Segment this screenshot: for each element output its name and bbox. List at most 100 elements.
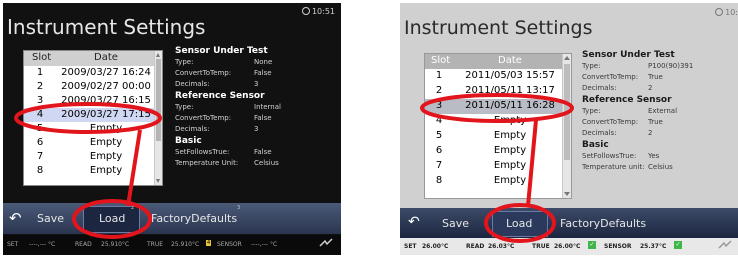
scroll-down-icon[interactable] [156, 179, 160, 183]
field-value: External [648, 107, 678, 115]
slot-list[interactable]: Slot Date 1 2011/05/03 15:57 2 2011/05/11 … [424, 53, 572, 199]
field-label: Decimals: [582, 84, 617, 92]
slot-number: 4 [36, 109, 44, 120]
column-date: Date [94, 52, 118, 63]
set-label: SET [404, 243, 417, 250]
list-item[interactable]: 1 2011/05/03 15:57 [425, 69, 571, 84]
list-item[interactable]: 5 Empty [24, 122, 162, 136]
field-value: Internal [254, 103, 281, 111]
slot-date: Empty [89, 165, 123, 176]
set-value: 26.00°C [422, 243, 449, 250]
field-row: Temperature unit: Celsius [582, 162, 732, 173]
list-item[interactable]: 7 Empty [24, 150, 162, 164]
list-item-selected[interactable]: 3 2011/05/11 16:28 [425, 99, 571, 114]
slot-number: 4 [435, 115, 443, 126]
field-row: Type: Internal [175, 102, 295, 113]
field-row: ConvertToTemp: False [175, 68, 295, 79]
status-bar: SET 26.00°C READ 26.03°C TRUE 26.00°C ✓ … [400, 238, 738, 255]
scroll-thumb[interactable] [156, 59, 161, 141]
field-label: SetFollowsTrue: [175, 148, 230, 156]
clock: 10: [715, 8, 738, 17]
list-item-selected[interactable]: 4 2009/03/27 17:15 [24, 108, 162, 122]
field-value: P100(90)391 [648, 62, 694, 70]
scroll-down-icon[interactable] [564, 192, 570, 196]
field-label: ConvertToTemp: [175, 69, 232, 77]
slot-list[interactable]: Slot Date 1 2009/03/27 16:24 2 2009/02/27 … [23, 50, 163, 186]
field-label: Type: [582, 107, 601, 115]
scrollbar[interactable] [562, 54, 571, 198]
back-icon[interactable]: ↶ [9, 209, 22, 227]
scrollbar[interactable] [154, 51, 162, 185]
field-value: False [254, 114, 272, 122]
load-button[interactable]: Load [99, 212, 125, 225]
slot-date: Empty [493, 115, 527, 126]
slot-date: 2011/05/03 15:57 [465, 70, 555, 81]
field-label: Type: [175, 103, 194, 111]
field-label: Type: [175, 58, 194, 66]
field-row: Temperature Unit: Celsius [175, 158, 295, 169]
clock-icon [301, 7, 310, 15]
slot-number: 8 [435, 175, 443, 186]
slot-number: 3 [36, 95, 44, 106]
list-item[interactable]: 6 Empty [425, 144, 571, 159]
section-heading: Basic [582, 140, 609, 150]
true-label: TRUE [147, 241, 164, 248]
slot-number: 6 [36, 137, 44, 148]
scroll-up-icon[interactable] [156, 53, 160, 57]
factory-defaults-button[interactable]: FactoryDefaults [560, 217, 646, 230]
save-button[interactable]: Save [37, 212, 64, 225]
field-row: Decimals: 3 [175, 124, 295, 135]
slot-number: 8 [36, 165, 44, 176]
field-value: None [254, 58, 273, 66]
slot-date: 2009/03/27 17:15 [61, 109, 151, 120]
list-item[interactable]: 1 2009/03/27 16:24 [24, 66, 162, 80]
list-item[interactable]: 4 Empty [425, 114, 571, 129]
factory-softkey-number: 3 [237, 205, 241, 211]
signal-icon [718, 240, 732, 252]
list-item[interactable]: 2 2011/05/11 13:17 [425, 84, 571, 99]
field-value: Yes [648, 152, 660, 160]
section-heading: Reference Sensor [175, 91, 265, 101]
list-item[interactable]: 8 Empty [425, 174, 571, 189]
section-heading: Basic [175, 136, 202, 146]
field-label: SetFollowsTrue: [582, 152, 637, 160]
sensor-value: ----,--- °C [251, 241, 278, 248]
load-button[interactable]: Load [506, 217, 532, 230]
field-row: ConvertToTemp: True [582, 72, 732, 83]
slot-number: 7 [36, 151, 44, 162]
list-item[interactable]: 6 Empty [24, 136, 162, 150]
list-item[interactable]: 2 2009/02/27 00:00 [24, 80, 162, 94]
field-value: True [648, 73, 663, 81]
list-item[interactable]: 7 Empty [425, 159, 571, 174]
column-slot: Slot [431, 55, 451, 66]
scroll-thumb[interactable] [564, 64, 570, 160]
factory-defaults-button[interactable]: FactoryDefaults [151, 212, 237, 225]
clock-icon [715, 8, 724, 16]
slot-number: 7 [435, 160, 443, 171]
slot-date: 2009/03/27 16:15 [61, 95, 151, 106]
field-row: SetFollowsTrue: False [175, 147, 295, 158]
slot-date: 2011/05/11 13:17 [465, 85, 555, 96]
slot-list-header: Slot Date [425, 54, 571, 69]
right-settings-screen: Instrument Settings 10: Slot Date 1 2011/… [400, 3, 738, 255]
field-value: 3 [254, 125, 259, 133]
clock: 10:51 [301, 7, 335, 16]
field-label: Decimals: [175, 80, 210, 88]
scroll-up-icon[interactable] [564, 56, 570, 60]
list-item[interactable]: 5 Empty [425, 129, 571, 144]
field-label: ConvertToTemp: [582, 118, 639, 126]
field-label: ConvertToTemp: [582, 73, 639, 81]
back-icon[interactable]: ↶ [408, 214, 420, 230]
field-row: Decimals: 2 [582, 128, 732, 139]
read-label: READ [75, 241, 92, 248]
slot-number: 5 [36, 123, 44, 134]
field-value: 2 [648, 84, 653, 92]
slot-number: 1 [435, 70, 443, 81]
list-item[interactable]: 3 2009/03/27 16:15 [24, 94, 162, 108]
field-row: Type: None [175, 57, 295, 68]
save-button[interactable]: Save [442, 217, 469, 230]
left-settings-screen: Instrument Settings 10:51 Slot Date 1 200… [3, 3, 341, 255]
slot-number: 3 [435, 100, 443, 111]
slot-date: Empty [89, 151, 123, 162]
list-item[interactable]: 8 Empty [24, 164, 162, 178]
